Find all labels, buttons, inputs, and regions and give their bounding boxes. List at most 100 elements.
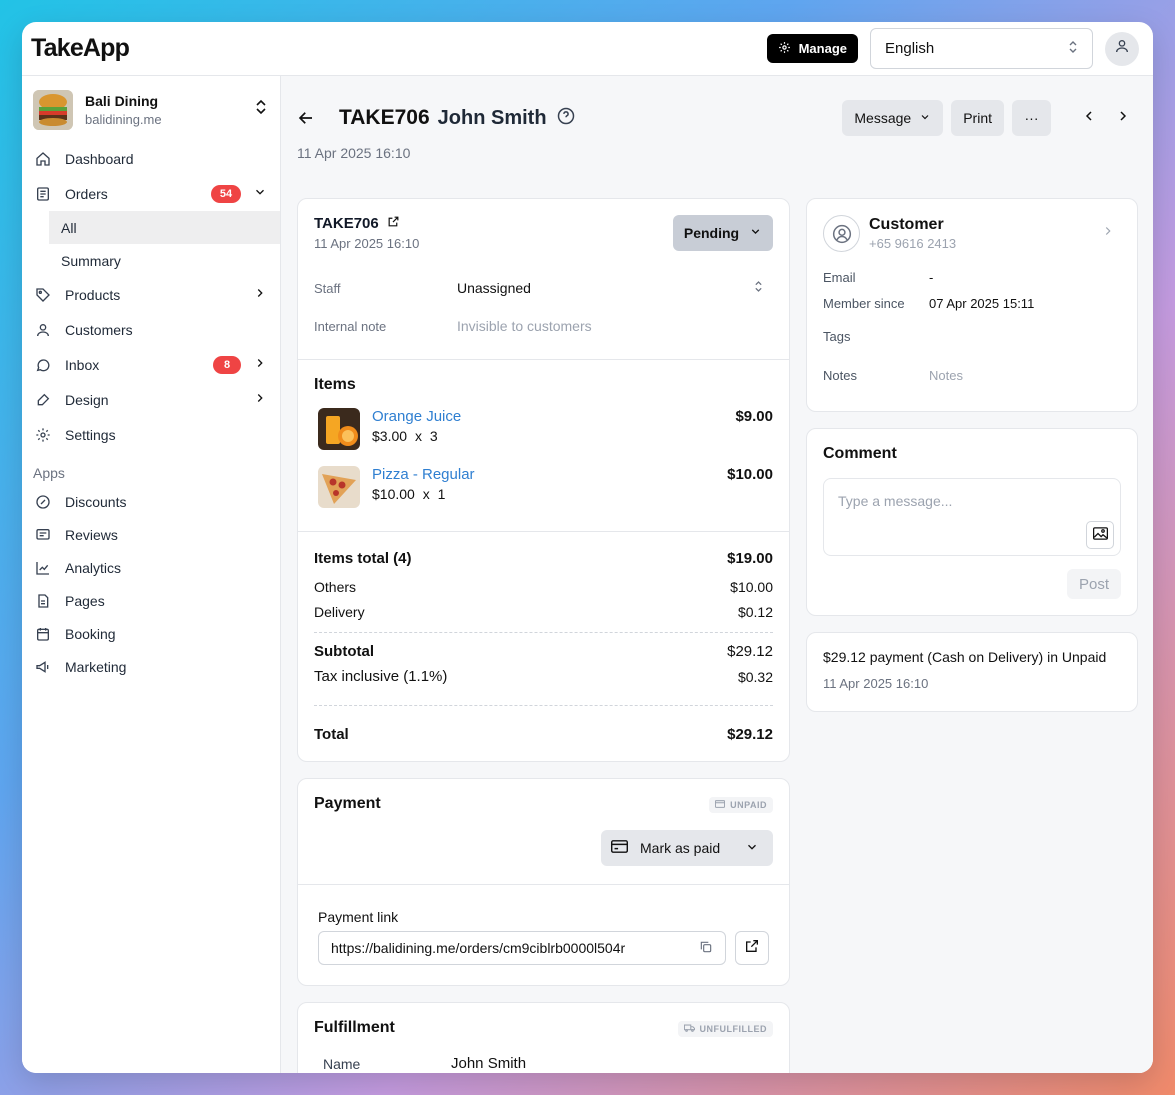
card-icon [715,800,726,810]
order-header: TAKE706 John Smith Message Print ··· 11 … [297,98,1137,188]
tax-label: Tax inclusive (1.1%) [314,668,448,685]
store-logo-image [33,89,73,130]
post-button[interactable]: Post [1067,569,1121,599]
open-link-button[interactable] [735,931,769,965]
internal-note-label: Internal note [314,318,387,334]
notes-input[interactable]: Notes [929,368,963,383]
discount-icon [35,494,51,510]
nav-dashboard-label: Dashboard [65,150,134,167]
nav-orders-summary[interactable]: Summary [49,244,280,277]
customer-avatar [823,215,860,252]
item-total: $9.00 [735,408,773,425]
payment-title: Payment [314,795,381,812]
status-label: Pending [683,225,740,241]
help-circle-icon[interactable] [556,106,576,131]
order-id: TAKE706 [314,215,379,232]
nav-booking[interactable]: Booking [22,617,280,650]
credit-card-icon [611,840,628,856]
comment-input[interactable]: Type a message... [823,478,1121,556]
nav-discounts[interactable]: Discounts [22,485,280,518]
prev-order-icon[interactable] [1081,108,1097,129]
user-avatar-button[interactable] [1105,31,1139,66]
customer-tags-row[interactable]: Tags [823,323,1121,349]
megaphone-icon [35,659,51,675]
nav-settings[interactable]: Settings [22,417,280,452]
tax-row: Tax inclusive (1.1%) $0.32 [314,664,773,689]
person-icon [35,322,51,338]
chevron-right-icon [1101,224,1115,243]
next-order-icon[interactable] [1115,108,1131,129]
list-item: Pizza - Regular $10.00 x 1 $10.00 [314,466,773,510]
copy-icon[interactable] [699,940,713,957]
payment-link-label: Payment link [318,909,399,925]
nav-inbox[interactable]: Inbox 8 [22,347,280,382]
nav-pages[interactable]: Pages [22,584,280,617]
page-title: TAKE706 [339,106,430,129]
order-summary-section: TAKE706 11 Apr 2025 16:10 Pending Staff … [298,199,789,360]
customer-title: Customer [869,216,944,233]
more-options-button[interactable]: ··· [1012,100,1051,136]
nav-customers[interactable]: Customers [22,312,280,347]
member-since-value: 07 Apr 2025 15:11 [929,295,1035,311]
apps-section-label: Apps [33,465,65,481]
inbox-count-badge: 8 [213,355,241,374]
manage-button[interactable]: Manage [766,34,858,63]
language-select[interactable]: English [870,28,1093,69]
brush-icon [35,392,51,408]
nav-marketing[interactable]: Marketing [22,650,280,683]
comment-card: Comment Type a message... Post [806,428,1138,616]
total-value: $29.12 [727,726,773,743]
nav-products[interactable]: Products [22,277,280,312]
staff-row[interactable]: Staff Unassigned [314,269,773,307]
calendar-icon [35,626,51,642]
fulfillment-name-value: John Smith [451,1055,527,1072]
subtotal-value: $29.12 [727,643,773,660]
whatsapp-icon [35,357,51,373]
review-icon [35,527,51,543]
chevron-right-icon [253,286,267,303]
nav-orders-all[interactable]: All [49,211,280,244]
nav-products-label: Products [65,286,121,303]
customer-header[interactable]: Customer +65 9616 2413 [823,215,1121,252]
mark-as-paid-button[interactable]: Mark as paid [601,830,773,866]
item-name-link[interactable]: Pizza - Regular [372,466,475,483]
payment-log-date: 11 Apr 2025 16:10 [823,676,929,691]
chevron-down-icon [919,110,931,126]
mark-as-paid-label: Mark as paid [640,840,721,856]
orders-icon [35,186,51,202]
payment-link-value: https://balidining.me/orders/cm9ciblrb00… [331,940,626,956]
nav-orders[interactable]: Orders 54 [22,176,280,211]
items-total-row: Items total (4) $19.00 [314,546,773,571]
items-title: Items [314,376,356,393]
print-button[interactable]: Print [951,100,1004,136]
subtotal-label: Subtotal [314,643,374,660]
chart-icon [35,560,51,576]
app-logo[interactable]: TakeApp [31,34,130,63]
gear-icon [778,41,791,57]
message-button[interactable]: Message [842,100,944,136]
top-bar-actions: Manage English [766,28,1139,69]
divider [314,705,773,706]
internal-note-input[interactable]: Invisible to customers [457,318,592,334]
comment-placeholder: Type a message... [838,493,953,509]
fulfillment-status-text: UNFULFILLED [699,1024,767,1034]
status-dropdown[interactable]: Pending [673,215,773,251]
store-switcher[interactable]: Bali Dining balidining.me [22,76,280,141]
item-name-link[interactable]: Orange Juice [372,408,461,425]
fulfillment-card: Fulfillment UNFULFILLED Name John Smith [297,1002,790,1073]
nav-dashboard[interactable]: Dashboard [22,141,280,176]
nav-reviews[interactable]: Reviews [22,518,280,551]
tag-icon [35,287,51,303]
chevron-down-icon [745,840,759,857]
nav-marketing-label: Marketing [65,658,127,675]
nav-analytics[interactable]: Analytics [22,551,280,584]
back-arrow-icon[interactable] [297,109,331,127]
payment-link-field[interactable]: https://balidining.me/orders/cm9ciblrb00… [318,931,727,965]
attach-image-button[interactable] [1086,521,1114,549]
items-section: Items Orange Juice $3.00 x 3 $9.00 Pizza… [298,360,789,532]
customer-phone: +65 9616 2413 [869,236,957,251]
others-label: Others [314,578,357,595]
message-label: Message [854,110,912,126]
nav-design[interactable]: Design [22,382,280,417]
fulfillment-name-label: Name [323,1055,361,1072]
